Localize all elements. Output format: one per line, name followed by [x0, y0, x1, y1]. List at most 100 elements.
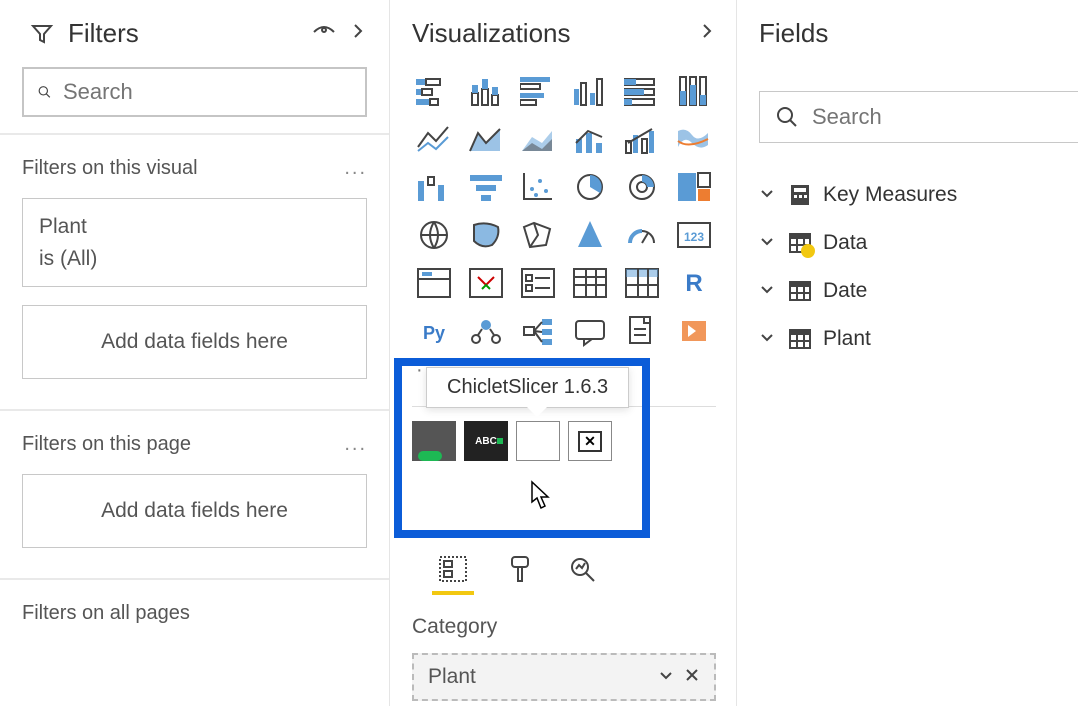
viz-slicer[interactable] — [516, 263, 560, 303]
viz-ribbon[interactable] — [672, 119, 716, 159]
category-field[interactable]: Plant — [412, 653, 716, 701]
app-root: Filters Filters on this visual ... Plant… — [0, 0, 1078, 706]
viz-treemap[interactable] — [672, 167, 716, 207]
eye-icon[interactable] — [313, 23, 335, 44]
field-table[interactable]: Date — [759, 267, 1078, 315]
fields-title: Fields — [759, 18, 1078, 49]
filters-on-page-section: Filters on this page ... Add data fields… — [0, 411, 389, 580]
filters-search[interactable] — [22, 67, 367, 117]
viz-filled-map[interactable] — [464, 215, 508, 255]
viz-multi-row-card[interactable] — [412, 263, 456, 303]
viz-matrix[interactable] — [620, 263, 664, 303]
section-label: Filters on this visual — [22, 157, 344, 180]
funnel-icon — [30, 22, 54, 46]
fields-tab[interactable] — [432, 553, 474, 595]
viz-decomposition-tree[interactable] — [516, 311, 560, 351]
collapse-viz-icon[interactable] — [698, 22, 716, 45]
filter-card[interactable]: Plant is (All) — [22, 198, 367, 287]
table-icon — [789, 328, 811, 350]
custom-visual-abc[interactable]: ABC — [464, 421, 508, 461]
table-name: Key Measures — [823, 183, 957, 207]
search-icon — [776, 106, 798, 128]
chevron-down-icon — [759, 231, 777, 255]
filter-field-name: Plant — [39, 211, 350, 243]
remove-field-icon[interactable] — [684, 665, 700, 689]
viz-donut[interactable] — [620, 167, 664, 207]
fields-pane: Fields Key Measures Data — [737, 0, 1078, 706]
custom-visual-chiclet-slicer[interactable] — [516, 421, 560, 461]
category-field-value: Plant — [428, 665, 658, 689]
viz-paginated-report[interactable] — [620, 311, 664, 351]
viz-gauge[interactable] — [620, 215, 664, 255]
collapse-filters-icon[interactable] — [349, 22, 367, 45]
section-menu-icon[interactable]: ... — [344, 157, 367, 180]
section-label: Filters on all pages — [22, 602, 367, 625]
category-label: Category — [412, 615, 716, 639]
viz-scatter[interactable] — [516, 167, 560, 207]
fields-search-input[interactable] — [812, 104, 1078, 130]
viz-clustered-column[interactable] — [568, 71, 612, 111]
viz-clustered-bar[interactable] — [516, 71, 560, 111]
svg-text:Py: Py — [423, 323, 445, 343]
visual-filter-dropzone[interactable]: Add data fields here — [22, 305, 367, 379]
section-label: Filters on this page — [22, 433, 344, 456]
format-tab[interactable] — [504, 553, 536, 595]
tooltip: ChicletSlicer 1.6.3 — [426, 367, 629, 408]
field-well-category: Category Plant — [412, 615, 716, 701]
viz-shape-map[interactable] — [516, 215, 560, 255]
table-name: Data — [823, 231, 867, 255]
page-filter-dropzone[interactable]: Add data fields here — [22, 474, 367, 548]
viz-power-apps[interactable] — [672, 311, 716, 351]
search-icon — [38, 81, 51, 103]
calculator-icon — [789, 184, 811, 206]
visualizations-pane: Visualizations — [390, 0, 737, 706]
fields-search[interactable] — [759, 91, 1078, 143]
viz-waterfall[interactable] — [412, 167, 456, 207]
filter-summary: is (All) — [39, 243, 350, 275]
chevron-down-icon — [759, 183, 777, 207]
custom-visual-play-axis[interactable] — [412, 421, 456, 461]
filters-pane: Filters Filters on this visual ... Plant… — [0, 0, 390, 706]
field-table[interactable]: Key Measures — [759, 171, 1078, 219]
viz-funnel[interactable] — [464, 167, 508, 207]
viz-tabs — [412, 553, 716, 595]
custom-visual-close[interactable]: ✕ — [568, 421, 612, 461]
filters-on-visual-section: Filters on this visual ... Plant is (All… — [0, 135, 389, 411]
viz-qa[interactable] — [568, 311, 612, 351]
viz-area[interactable] — [464, 119, 508, 159]
viz-pie[interactable] — [568, 167, 612, 207]
filters-search-input[interactable] — [63, 79, 351, 105]
svg-text:123: 123 — [684, 230, 704, 244]
viz-r-script[interactable]: R — [672, 263, 716, 303]
field-table[interactable]: Data — [759, 219, 1078, 267]
viz-gallery: 123 R Py — [412, 71, 716, 351]
viz-line[interactable] — [412, 119, 456, 159]
viz-key-influencers[interactable] — [464, 311, 508, 351]
viz-table[interactable] — [568, 263, 612, 303]
svg-text:R: R — [685, 270, 702, 297]
viz-100-stacked-column[interactable] — [672, 71, 716, 111]
field-table[interactable]: Plant — [759, 315, 1078, 363]
table-icon — [789, 232, 811, 254]
table-name: Plant — [823, 327, 871, 351]
chevron-down-icon[interactable] — [658, 665, 674, 689]
viz-azure-map[interactable] — [568, 215, 612, 255]
custom-visuals-row: ChicletSlicer 1.6.3 ABC ✕ — [412, 421, 716, 461]
analytics-tab[interactable] — [566, 553, 598, 595]
filters-on-all-section: Filters on all pages — [0, 580, 389, 643]
viz-line-stacked-column[interactable] — [568, 119, 612, 159]
table-name: Date — [823, 279, 867, 303]
table-icon — [789, 280, 811, 302]
viz-python[interactable]: Py — [412, 311, 456, 351]
section-menu-icon[interactable]: ... — [344, 433, 367, 456]
filters-title: Filters — [68, 18, 299, 49]
viz-map[interactable] — [412, 215, 456, 255]
viz-line-clustered-column[interactable] — [620, 119, 664, 159]
viz-card[interactable]: 123 — [672, 215, 716, 255]
viz-stacked-area[interactable] — [516, 119, 560, 159]
viz-100-stacked-bar[interactable] — [620, 71, 664, 111]
filters-header: Filters — [0, 0, 389, 67]
viz-stacked-column[interactable] — [464, 71, 508, 111]
viz-kpi[interactable] — [464, 263, 508, 303]
viz-stacked-bar[interactable] — [412, 71, 456, 111]
